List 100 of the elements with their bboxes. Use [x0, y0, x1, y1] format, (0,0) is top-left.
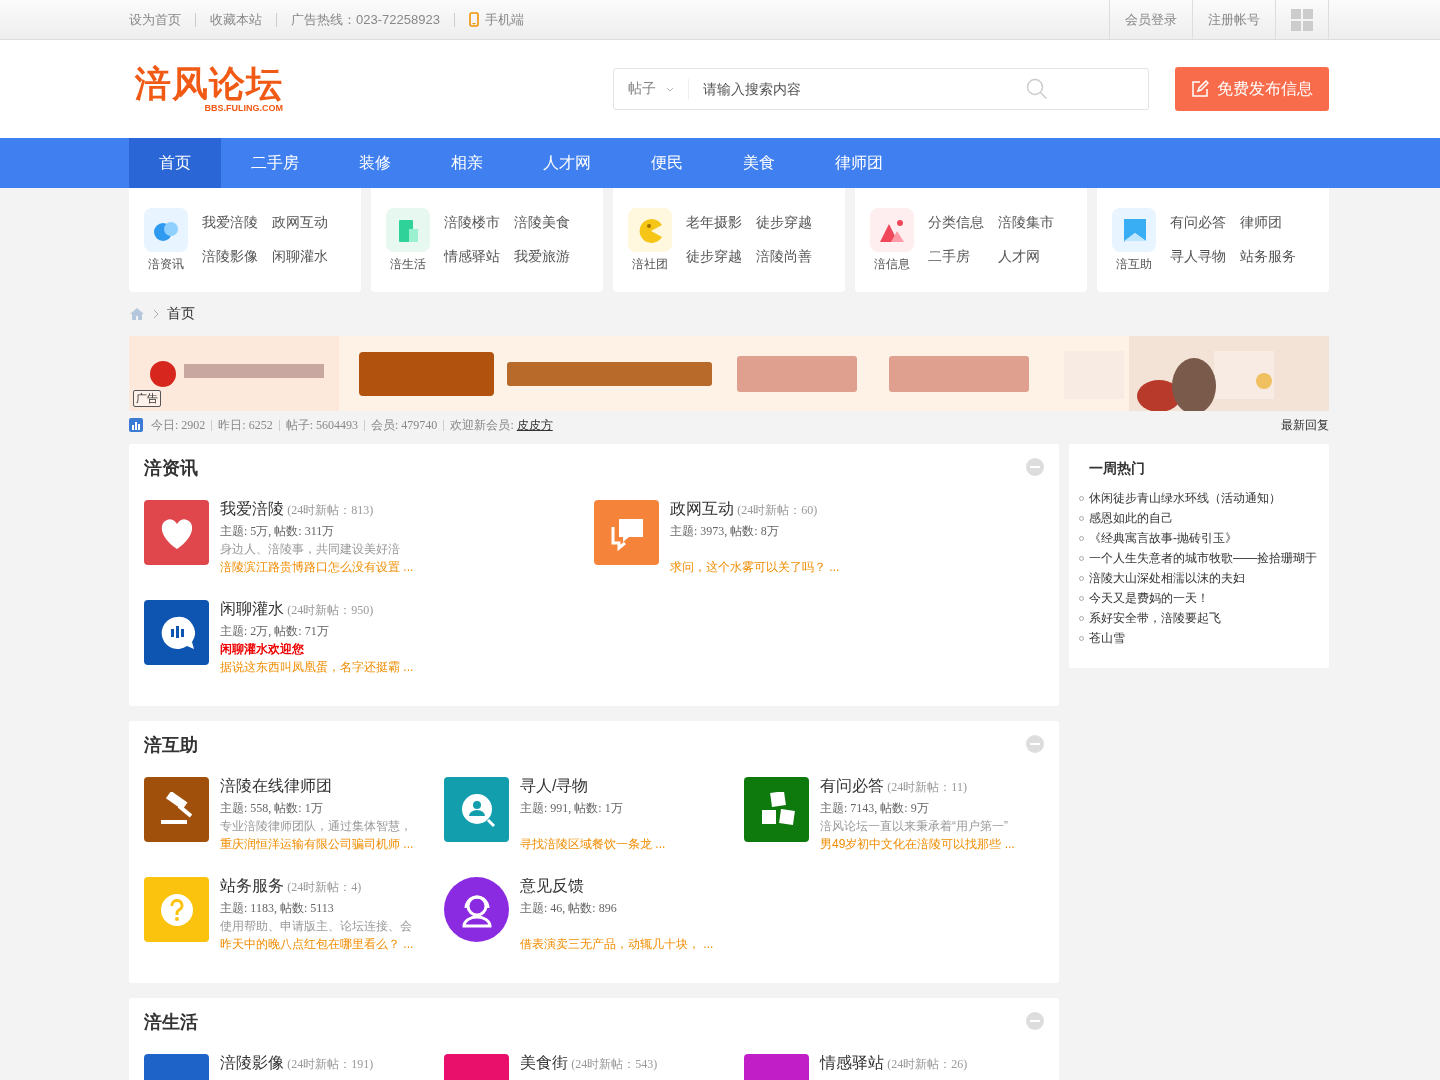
nav-tab[interactable]: 装修: [329, 138, 421, 188]
hot-topic-link[interactable]: 苍山雪: [1079, 628, 1319, 648]
category-link[interactable]: 徒步穿越: [756, 214, 812, 232]
forum-stats: 主题: 3973, 帖数: 8万: [670, 523, 780, 540]
home-icon: [129, 307, 145, 321]
category-link[interactable]: 涪陵影像: [202, 248, 258, 266]
category-label[interactable]: 涪生活: [390, 255, 426, 273]
section-title: 涪互助: [144, 734, 198, 757]
new-post-count: (24时新帖：950): [287, 603, 374, 617]
category-link[interactable]: 徒步穿越: [686, 248, 742, 266]
forum-name[interactable]: 寻人/寻物: [520, 777, 589, 794]
search-icon: [1026, 78, 1048, 100]
category-icon[interactable]: [144, 207, 188, 252]
forum-name[interactable]: 有问必答: [820, 777, 884, 794]
category-link[interactable]: 政网互动: [272, 214, 328, 232]
category-link[interactable]: 涪陵美食: [514, 214, 570, 232]
category-link[interactable]: 我爱旅游: [514, 248, 570, 266]
new-post-count: (24时新帖：26): [887, 1057, 968, 1071]
breadcrumb-link[interactable]: 首页: [167, 305, 195, 323]
chart-icon: [129, 418, 143, 432]
collapse-icon: [1026, 734, 1044, 753]
stat-text: 会员: 479740: [371, 416, 438, 434]
category-link[interactable]: 涪陵尚善: [756, 248, 812, 266]
new-post-count: (24时新帖：4): [287, 880, 362, 894]
forum-description: 使用帮助、申请版主、论坛连接、会: [220, 918, 413, 935]
category-label[interactable]: 涪资讯: [148, 255, 184, 273]
forum-stats: 主题: 7143, 帖数: 9万: [820, 800, 930, 817]
category-label[interactable]: 涪互助: [1116, 255, 1152, 273]
hot-topic-link[interactable]: 感恩如此的自己: [1079, 508, 1319, 528]
category-link[interactable]: 我爱涪陵: [202, 214, 258, 232]
category-icon[interactable]: [870, 207, 914, 252]
new-post-count: (24时新帖：60): [737, 503, 818, 517]
forum-icon[interactable]: [144, 777, 209, 842]
forum-description: 身边人、涪陵事，共同建设美好涪: [220, 541, 401, 558]
category-link[interactable]: 老年摄影: [686, 214, 742, 232]
nav-tab[interactable]: 二手房: [221, 138, 329, 188]
forum-icon[interactable]: [444, 777, 509, 842]
section-title: 涪资讯: [144, 457, 198, 480]
forum-name[interactable]: 我爱涪陵: [220, 500, 284, 517]
forum-name[interactable]: 涪陵在线律师团: [220, 777, 332, 794]
nav-tab[interactable]: 便民: [621, 138, 713, 188]
category-link[interactable]: 分类信息: [928, 214, 984, 232]
hot-topic-link[interactable]: 涪陵大山深处相濡以沫的夫妇: [1079, 568, 1319, 588]
category-icon[interactable]: [386, 207, 430, 252]
category-label[interactable]: 涪信息: [874, 255, 910, 273]
grid-button[interactable]: [1275, 0, 1329, 39]
category-label[interactable]: 涪社团: [632, 255, 668, 273]
forum-description: 专业涪陵律师团队，通过集体智慧，: [220, 818, 413, 835]
category-link[interactable]: 有问必答: [1170, 214, 1226, 232]
forum-name[interactable]: 美食街: [520, 1054, 568, 1071]
section-title: 涪生活: [144, 1011, 198, 1034]
forum-stats: 主题: 2万, 帖数: 71万: [220, 623, 330, 640]
phone-icon: [468, 12, 479, 27]
forum-icon[interactable]: [744, 777, 809, 842]
forum-stats: 主题: 5万, 帖数: 311万: [220, 523, 336, 540]
category-link[interactable]: 站务服务: [1240, 248, 1296, 266]
hot-topic-link[interactable]: 《经典寓言故事-抛砖引玉》: [1079, 528, 1319, 548]
member-link[interactable]: 皮皮方: [516, 416, 553, 434]
welcome-text: 欢迎新会员:: [450, 416, 514, 434]
category-link[interactable]: 人才网: [998, 248, 1054, 266]
nav-tab[interactable]: 律师团: [805, 138, 913, 188]
hot-topic-link[interactable]: 今天又是费妈的一天！: [1079, 588, 1319, 608]
nav-tab[interactable]: 首页: [129, 138, 221, 188]
forum-name[interactable]: 站务服务: [220, 877, 284, 894]
category-link[interactable]: 涪陵楼市: [444, 214, 500, 232]
forum-notice: 闲聊灌水欢迎您: [220, 641, 305, 658]
nav-tab[interactable]: 人才网: [513, 138, 621, 188]
forum-icon[interactable]: [144, 500, 209, 565]
forum-name[interactable]: 政网互动: [670, 500, 734, 517]
search-bar: 帖子 请输入搜索内容: [613, 68, 1149, 110]
forum-icon[interactable]: [144, 600, 209, 665]
nav-tab[interactable]: 相亲: [421, 138, 513, 188]
forum-name[interactable]: 意见反馈: [520, 877, 584, 894]
stat-text: 今日: 2902: [151, 416, 206, 434]
forum-name[interactable]: 涪陵影像: [220, 1054, 284, 1071]
collapse-button[interactable]: [1026, 457, 1044, 479]
category-icon[interactable]: [1112, 207, 1156, 252]
new-post-count: (24时新帖：813): [287, 503, 374, 517]
question-icon: [158, 891, 195, 928]
ad-label: 广告: [133, 390, 161, 407]
hot-topic-link[interactable]: 一个人生失意者的城市牧歌——捡拾珊瑚于: [1079, 548, 1319, 568]
category-link[interactable]: 情感驿站: [444, 248, 500, 266]
category-icon[interactable]: [628, 207, 672, 252]
forum-stats: 主题: 46, 帖数: 896: [520, 900, 618, 917]
logo[interactable]: 涪风论坛 BBS.FULING.COM: [135, 65, 283, 113]
collapse-button[interactable]: [1026, 734, 1044, 756]
forum-name[interactable]: 闲聊灌水: [220, 600, 284, 617]
caret-icon: [666, 86, 674, 92]
category-link[interactable]: 律师团: [1240, 214, 1296, 232]
category-link[interactable]: 涪陵集市: [998, 214, 1054, 232]
category-link[interactable]: 闲聊灌水: [272, 248, 328, 266]
forum-name[interactable]: 情感驿站: [820, 1054, 884, 1071]
new-post-count: (24时新帖：543): [571, 1057, 658, 1071]
nav-tab[interactable]: 美食: [713, 138, 805, 188]
category-link[interactable]: 二手房: [928, 248, 984, 266]
hot-topic-link[interactable]: 系好安全带，涪陵要起飞: [1079, 608, 1319, 628]
hot-topic-link[interactable]: 休闲徒步青山绿水环线（活动通知）: [1079, 488, 1319, 508]
latest-replies-link[interactable]: 最新回复: [1281, 416, 1329, 434]
collapse-button[interactable]: [1026, 1011, 1044, 1033]
category-link[interactable]: 寻人寻物: [1170, 248, 1226, 266]
